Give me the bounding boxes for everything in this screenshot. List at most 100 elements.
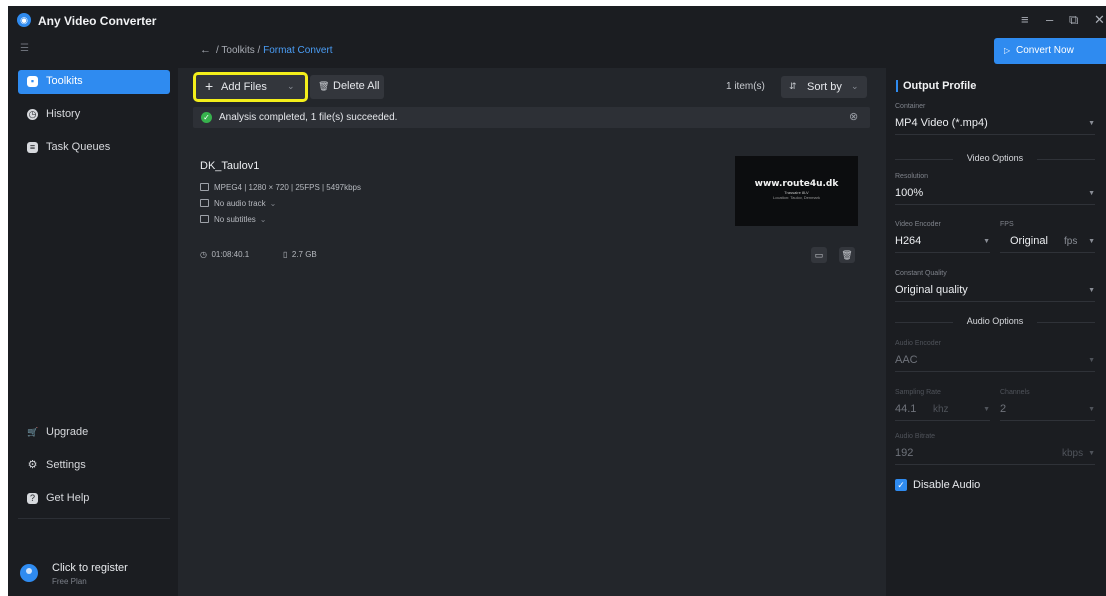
sidebar-item-history[interactable]: ◷ History xyxy=(18,103,170,127)
file-name: DK_Taulov1 xyxy=(200,160,260,172)
file-size: ▯ 2.7 GB xyxy=(283,250,317,259)
video-options-heading: Video Options xyxy=(895,153,1095,163)
delete-file-icon[interactable]: 🗑 xyxy=(839,247,855,263)
back-arrow-icon[interactable]: ← xyxy=(200,44,211,56)
chevron-down-icon: ▼ xyxy=(1088,357,1095,364)
field-value: 100% xyxy=(895,187,924,199)
gear-icon: ⚙ xyxy=(27,459,38,471)
panel-title: Output Profile xyxy=(896,80,976,92)
convert-now-label: Convert Now xyxy=(1016,45,1074,56)
sidebar-item-task-queues[interactable]: ≡ Task Queues xyxy=(18,136,170,160)
app-logo-icon: ◉ xyxy=(17,13,31,27)
chevron-down-icon: ▼ xyxy=(1088,120,1095,127)
subtitles-text: No subtitles xyxy=(214,215,256,224)
sidebar-item-toolkits[interactable]: ▪ Toolkits xyxy=(18,70,170,94)
status-message: Analysis completed, 1 file(s) succeeded. xyxy=(219,112,398,123)
dismiss-icon[interactable]: ⊗ xyxy=(849,110,858,123)
sidebar-divider xyxy=(18,518,170,519)
field-value: Original xyxy=(1010,235,1048,247)
field-label: Constant Quality xyxy=(895,270,947,277)
chevron-down-icon: ⌄ xyxy=(259,215,267,224)
audio-icon xyxy=(200,199,209,207)
collapse-sidebar-icon[interactable]: ☰ xyxy=(20,43,29,54)
sort-by-label: Sort by xyxy=(807,81,842,93)
plan-label: Free Plan xyxy=(52,577,87,586)
sampling-unit: khz xyxy=(933,404,949,415)
sidebar-item-label: Settings xyxy=(46,459,86,471)
sidebar-item-label: History xyxy=(46,108,81,120)
sidebar-item-label: Get Help xyxy=(46,492,90,504)
help-icon: ? xyxy=(27,493,38,504)
delete-all-button[interactable]: 🗑 Delete All xyxy=(310,75,384,99)
field-label: Sampling Rate xyxy=(895,389,941,396)
output-profile-panel: Output Profile Container MP4 Video (*.mp… xyxy=(886,68,1106,596)
sampling-rate-select: Sampling Rate 44.1 khz ▼ xyxy=(895,389,990,421)
subtitles-select[interactable]: No subtitles ⌄ xyxy=(200,215,267,224)
field-label: FPS xyxy=(1000,221,1014,228)
breadcrumb-bar: ← / Toolkits / Format Convert ▷ Convert … xyxy=(178,34,1106,68)
audio-bitrate-select: Audio Bitrate 192 kbps ▼ xyxy=(895,433,1095,465)
edit-icon[interactable]: ▭ xyxy=(811,247,827,263)
field-label: Channels xyxy=(1000,389,1030,396)
add-files-dropdown-icon[interactable]: ⌄ xyxy=(287,81,295,92)
video-info: MPEG4 | 1280 × 720 | 25FPS | 5497kbps xyxy=(200,183,361,192)
field-label: Container xyxy=(895,103,926,110)
sidebar: ☰ ▪ Toolkits ◷ History ≡ Task Queues 🛒 U… xyxy=(8,34,178,596)
field-label: Audio Encoder xyxy=(895,340,941,347)
resolution-select[interactable]: Resolution 100% ▼ xyxy=(895,173,1095,205)
chevron-down-icon: ▼ xyxy=(1088,406,1095,413)
sidebar-item-label: Upgrade xyxy=(46,426,89,438)
thumbnail-location: Location: Taulov, Denmark xyxy=(773,195,820,200)
chevron-down-icon: ▼ xyxy=(1088,450,1095,457)
container-select[interactable]: Container MP4 Video (*.mp4) ▼ xyxy=(895,103,1095,135)
add-files-button[interactable]: + Add Files ⌄ xyxy=(193,72,308,102)
convert-now-button[interactable]: ▷ Convert Now ⌄ xyxy=(994,38,1106,64)
sidebar-item-upgrade[interactable]: 🛒 Upgrade xyxy=(18,421,170,445)
video-thumbnail[interactable]: www.route4u.dk Trassaire 8LV Location: T… xyxy=(735,156,858,226)
close-icon[interactable]: ✕ xyxy=(1094,12,1105,28)
channels-select: Channels 2 ▼ xyxy=(1000,389,1095,421)
field-value: Original quality xyxy=(895,284,968,296)
success-check-icon: ✓ xyxy=(201,112,212,123)
field-label: Resolution xyxy=(895,173,929,180)
bitrate-unit: kbps xyxy=(1062,448,1084,459)
audio-track-text: No audio track xyxy=(214,199,266,208)
register-link[interactable]: Click to register xyxy=(52,562,128,574)
fps-select[interactable]: FPS Original fps ▼ xyxy=(1000,221,1095,253)
clock-icon: ◷ xyxy=(200,250,207,259)
chevron-down-icon: ⌄ xyxy=(269,199,277,208)
plus-icon: + xyxy=(205,78,214,94)
breadcrumb-root[interactable]: Toolkits xyxy=(221,45,254,56)
constant-quality-select[interactable]: Constant Quality Original quality ▼ xyxy=(895,270,1095,302)
thumbnail-title: www.route4u.dk xyxy=(754,179,839,189)
duration: ◷ 01:08:40.1 xyxy=(200,250,249,259)
disable-audio-checkbox[interactable]: ✓ xyxy=(895,479,907,491)
status-banner: ✓ Analysis completed, 1 file(s) succeede… xyxy=(193,107,870,128)
sidebar-item-settings[interactable]: ⚙ Settings xyxy=(18,454,170,478)
breadcrumb-separator: / xyxy=(216,45,219,56)
audio-encoder-select: Audio Encoder AAC ▼ xyxy=(895,340,1095,372)
audio-options-heading: Audio Options xyxy=(895,316,1095,326)
delete-all-label: Delete All xyxy=(333,80,380,92)
restore-icon[interactable]: ⧉ xyxy=(1069,12,1078,28)
field-label: Audio Bitrate xyxy=(895,433,936,440)
chevron-down-icon: ▼ xyxy=(1088,190,1095,197)
item-count: 1 item(s) xyxy=(726,81,765,92)
audio-track-select[interactable]: No audio track ⌄ xyxy=(200,199,276,208)
video-encoder-select[interactable]: Video Encoder H264 ▼ xyxy=(895,221,990,253)
trash-icon: 🗑 xyxy=(318,81,330,91)
title-bar: ◉ Any Video Converter ≡ – ⧉ ✕ xyxy=(8,6,1106,34)
chevron-down-icon: ▼ xyxy=(983,238,990,245)
sidebar-item-get-help[interactable]: ? Get Help xyxy=(18,487,170,511)
file-icon: ▯ xyxy=(283,250,288,259)
menu-icon[interactable]: ≡ xyxy=(1021,12,1029,27)
avatar[interactable] xyxy=(20,564,38,582)
minimize-icon[interactable]: – xyxy=(1046,12,1053,27)
video-icon xyxy=(200,183,209,191)
field-value: AAC xyxy=(895,354,918,366)
cart-icon: 🛒 xyxy=(27,427,39,437)
sort-by-button[interactable]: ⇵ Sort by ⌄ xyxy=(781,76,867,98)
add-files-label: Add Files xyxy=(221,81,267,93)
field-label: Video Encoder xyxy=(895,221,941,228)
chevron-down-icon: ▼ xyxy=(1088,287,1095,294)
